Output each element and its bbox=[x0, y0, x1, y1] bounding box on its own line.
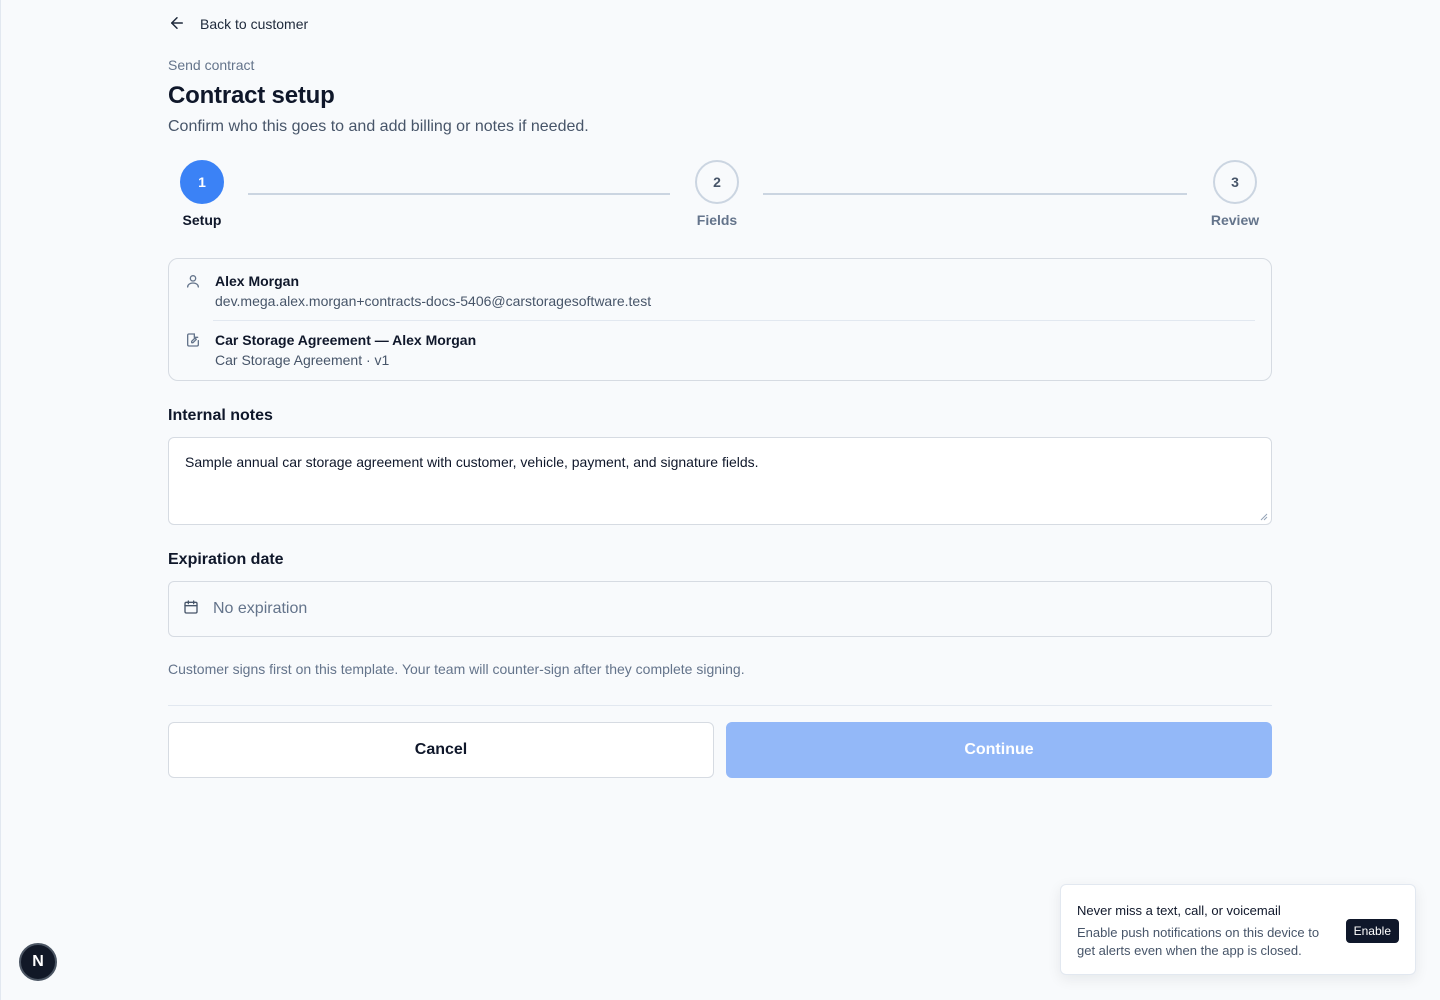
expiration-date-picker[interactable]: No expiration bbox=[168, 581, 1272, 637]
progress-stepper: 1 Setup 2 Fields 3 Review bbox=[168, 160, 1272, 232]
expiration-date-label: Expiration date bbox=[168, 551, 284, 568]
step-setup: 1 Setup bbox=[157, 160, 247, 228]
summary-divider bbox=[213, 320, 1255, 321]
customer-row: Alex Morgan dev.mega.alex.morgan+contrac… bbox=[185, 271, 1255, 311]
internal-notes-textarea[interactable]: Sample annual car storage agreement with… bbox=[168, 437, 1272, 525]
document-edit-icon bbox=[185, 332, 203, 350]
step-label: Setup bbox=[182, 212, 222, 228]
step-number: 3 bbox=[1213, 160, 1257, 204]
page-eyebrow: Send contract bbox=[168, 57, 255, 73]
step-number: 2 bbox=[695, 160, 739, 204]
calendar-icon bbox=[183, 599, 199, 620]
back-to-customer-link[interactable]: Back to customer bbox=[168, 14, 308, 34]
resize-handle-icon[interactable] bbox=[1260, 513, 1268, 521]
step-connector-1 bbox=[248, 193, 670, 195]
continue-button[interactable]: Continue bbox=[726, 722, 1272, 778]
contract-name: Car Storage Agreement — Alex Morgan bbox=[215, 332, 477, 348]
toast-body: Enable push notifications on this device… bbox=[1077, 925, 1320, 958]
cancel-button[interactable]: Cancel bbox=[168, 722, 714, 778]
arrow-left-icon bbox=[168, 14, 186, 35]
page-title: Contract setup bbox=[168, 82, 335, 109]
back-link-label: Back to customer bbox=[200, 16, 309, 32]
step-number: 1 bbox=[180, 160, 224, 204]
internal-notes-value: Sample annual car storage agreement with… bbox=[185, 454, 759, 470]
contract-row: Car Storage Agreement — Alex Morgan Car … bbox=[185, 330, 1255, 370]
contract-summary-card: Alex Morgan dev.mega.alex.morgan+contrac… bbox=[168, 258, 1272, 381]
enable-notifications-button[interactable]: Enable bbox=[1345, 919, 1399, 943]
user-icon bbox=[185, 273, 203, 291]
customer-email: dev.mega.alex.morgan+contracts-docs-5406… bbox=[215, 293, 652, 309]
toast-title: Never miss a text, call, or voicemail bbox=[1077, 903, 1281, 918]
footer-divider bbox=[168, 705, 1272, 706]
sidebar-edge bbox=[0, 0, 1, 1000]
step-fields: 2 Fields bbox=[672, 160, 762, 228]
push-notification-toast: Never miss a text, call, or voicemail En… bbox=[1060, 884, 1416, 975]
signing-order-note: Customer signs first on this template. Y… bbox=[168, 661, 745, 677]
page-subtitle: Confirm who this goes to and add billing… bbox=[168, 118, 589, 135]
customer-name: Alex Morgan bbox=[215, 273, 300, 289]
step-label: Fields bbox=[696, 212, 738, 228]
expiration-date-value: No expiration bbox=[213, 600, 308, 617]
internal-notes-label: Internal notes bbox=[168, 407, 273, 424]
step-connector-2 bbox=[763, 193, 1187, 195]
step-review: 3 Review bbox=[1190, 160, 1280, 228]
contract-template-meta: Car Storage Agreement · v1 bbox=[215, 352, 390, 368]
step-label: Review bbox=[1210, 212, 1260, 228]
dev-tools-badge[interactable]: N bbox=[19, 943, 57, 981]
